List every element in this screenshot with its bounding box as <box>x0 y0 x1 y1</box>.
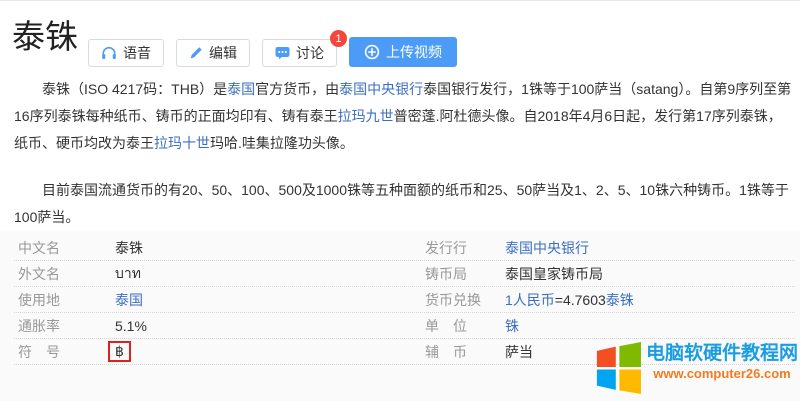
logo-square-red <box>597 347 616 367</box>
voice-button[interactable]: 语音 <box>88 39 164 67</box>
chat-bubble-icon <box>275 46 290 60</box>
upload-video-button-label: 上传视频 <box>386 42 442 62</box>
info-link[interactable]: 铢 <box>505 318 519 334</box>
info-label: 铸币局 <box>425 264 505 284</box>
logo-square-blue <box>597 370 616 390</box>
info-value: 泰国 <box>115 290 425 310</box>
watermark-text: 电脑软硬件教程网 www.computer26.com <box>646 342 798 382</box>
watermark-site-name: 电脑软硬件教程网 <box>646 342 798 366</box>
info-text: 泰铢 <box>115 240 143 256</box>
pencil-icon <box>189 46 203 60</box>
info-link[interactable]: 1人民币 <box>505 292 555 308</box>
text-segment: 目前泰国流通货币的有20、50、100、500及1000铢等五种面额的纸币和25… <box>14 182 789 225</box>
watermark-site-url: www.computer26.com <box>653 366 791 382</box>
info-value: 5.1% <box>115 318 425 334</box>
toolbar: 语音 编辑 讨论 1 上传视频 <box>88 37 457 67</box>
watermark: 电脑软硬件教程网 www.computer26.com <box>596 342 798 394</box>
info-row: 中文名泰铢 发行行泰国中央银行 <box>14 235 795 261</box>
voice-button-label: 语音 <box>123 43 151 63</box>
info-text: 泰国皇家铸币局 <box>505 266 603 282</box>
info-row: 使用地泰国 货币兑换1人民币=4.7603泰铢 <box>14 287 795 313</box>
info-value: 泰国中央银行 <box>505 238 795 258</box>
windows-flag-logo <box>596 342 641 394</box>
paragraph: 泰铢（ISO 4217码：THB）是泰国官方货币，由泰国中央银行泰国银行发行，1… <box>14 76 792 157</box>
info-label: 符 号 <box>18 342 115 362</box>
info-row: 通胀率5.1% 单 位铢 <box>14 313 795 339</box>
discuss-button[interactable]: 讨论 1 <box>262 39 337 67</box>
discuss-button-label: 讨论 <box>296 43 324 63</box>
info-text: =4.7603 <box>555 292 606 308</box>
info-value: 泰铢 <box>115 238 425 258</box>
info-text: บาท <box>115 265 141 281</box>
baike-page: { "page": { "title": "泰铢" }, "toolbar": … <box>0 0 800 400</box>
discuss-count-badge: 1 <box>330 30 347 47</box>
info-label: 中文名 <box>18 238 115 258</box>
info-text: 萨当 <box>505 344 533 360</box>
inline-link[interactable]: 拉玛九世 <box>338 108 394 124</box>
info-label: 使用地 <box>18 290 115 310</box>
text-segment: 玛哈.哇集拉隆功头像。 <box>210 135 354 151</box>
edit-button[interactable]: 编辑 <box>176 39 250 67</box>
info-link[interactable]: 泰铢 <box>606 292 634 308</box>
headphones-icon <box>101 46 117 60</box>
text-segment: 泰铢（ISO 4217码：THB）是 <box>42 81 227 97</box>
info-link[interactable]: 泰国 <box>115 292 143 308</box>
text-segment: 官方货币，由 <box>255 81 339 97</box>
info-text: 5.1% <box>115 318 147 334</box>
upload-video-button[interactable]: 上传视频 <box>349 37 457 67</box>
info-row: 外文名บาท 铸币局泰国皇家铸币局 <box>14 261 795 287</box>
info-label: 辅 币 <box>425 342 505 362</box>
logo-square-green <box>619 342 641 367</box>
info-value: บาท <box>115 263 425 285</box>
paragraph: 目前泰国流通货币的有20、50、100、500及1000铢等五种面额的纸币和25… <box>14 177 792 231</box>
info-link[interactable]: 泰国中央银行 <box>505 240 589 256</box>
info-value: 1人民币=4.7603泰铢 <box>505 290 795 310</box>
inline-link[interactable]: 泰国中央银行 <box>339 81 423 97</box>
info-label: 外文名 <box>18 264 115 284</box>
info-value: ฿ <box>115 341 425 362</box>
info-label: 发行行 <box>425 238 505 258</box>
baht-symbol-highlight: ฿ <box>108 341 131 362</box>
info-label: 通胀率 <box>18 316 115 336</box>
logo-square-yellow <box>619 370 641 394</box>
inline-link[interactable]: 泰国 <box>227 81 255 97</box>
article-body: 泰铢（ISO 4217码：THB）是泰国官方货币，由泰国中央银行泰国银行发行，1… <box>14 73 792 234</box>
info-value: 泰国皇家铸币局 <box>505 264 795 284</box>
info-label: 货币兑换 <box>425 290 505 310</box>
edit-button-label: 编辑 <box>209 43 237 63</box>
info-value: 铢 <box>505 316 795 336</box>
info-label: 单 位 <box>425 316 505 336</box>
inline-link[interactable]: 拉玛十世 <box>154 135 210 151</box>
page-title: 泰铢 <box>12 17 78 57</box>
plus-circle-icon <box>364 44 380 60</box>
